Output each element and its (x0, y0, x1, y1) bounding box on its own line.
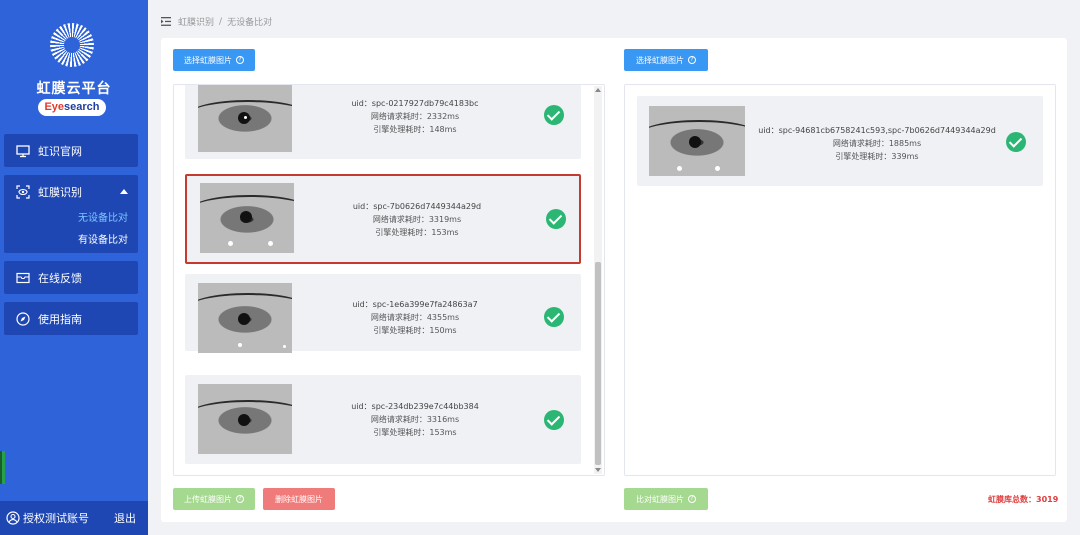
item-network-time: 网络请求耗时：3316ms (370, 415, 460, 424)
eye-scan-icon (16, 184, 30, 199)
iris-image-thumbnail (198, 384, 292, 454)
account-button[interactable]: 授权测试账号 (6, 510, 89, 526)
breadcrumb-separator: / (219, 16, 223, 27)
library-count: 虹膜库总数：3019 (988, 495, 1059, 504)
question-circle-icon: ? (236, 495, 244, 503)
check-circle-icon (544, 307, 564, 327)
nav-feedback-label: 在线反馈 (38, 271, 82, 285)
nav-sub-no-device[interactable]: 无设备比对 (4, 208, 138, 230)
nav-iris-recognition-header[interactable]: 虹膜识别 (4, 175, 138, 208)
comparison-result-item[interactable]: uid：spc-94681cb6758241c593,spc-7b0626d74… (637, 96, 1043, 186)
compare-image-button[interactable]: 比对虹膜图片? (624, 488, 708, 510)
right-results-panel: uid：spc-94681cb6758241c593,spc-7b0626d74… (624, 84, 1056, 476)
platform-title: 虹膜云平台 (36, 81, 112, 97)
item-network-time: 网络请求耗时：2332ms (370, 112, 460, 121)
scroll-up-icon[interactable] (595, 88, 601, 92)
caret-up-icon (120, 189, 128, 194)
nav-official-site-label: 虹识官网 (38, 144, 82, 158)
scrollbar-thumb[interactable] (595, 262, 601, 465)
account-bar: 授权测试账号 退出 (0, 501, 148, 535)
nav-feedback[interactable]: 在线反馈 (4, 261, 138, 294)
sidebar-scroll-indicator (0, 451, 5, 484)
account-label: 授权测试账号 (23, 512, 89, 525)
brand-badge: Eyesearch (38, 99, 106, 116)
breadcrumb-current: 无设备比对 (227, 18, 273, 28)
brand-prefix: Eye (44, 101, 65, 113)
item-engine-time: 引擎处理耗时：150ms (373, 326, 457, 335)
compare-image-label: 比对虹膜图片 (636, 494, 684, 504)
nav-iris-recognition-label: 虹膜识别 (38, 185, 82, 199)
question-circle-icon: ? (236, 56, 244, 64)
iris-image-thumbnail (200, 183, 294, 253)
sidebar: 虹膜云平台 Eyesearch 虹识官网 虹膜识别 无设备比对 有设备比对 在线… (0, 0, 148, 535)
iris-image-thumbnail (649, 106, 745, 176)
item-engine-time: 引擎处理耗时：339ms (835, 152, 919, 161)
item-uid: uid：spc-1e6a399e7fa24863a7 (352, 300, 478, 309)
check-circle-icon (546, 209, 566, 229)
mail-icon (16, 272, 30, 283)
iris-image-thumbnail (198, 283, 292, 353)
left-select-image-button[interactable]: 选择虹膜图片? (173, 49, 255, 71)
item-engine-time: 引擎处理耗时：153ms (373, 428, 457, 437)
item-network-time: 网络请求耗时：3319ms (372, 215, 462, 224)
main-card: 选择虹膜图片? 选择虹膜图片? uid：spc-0217927db79c4183… (161, 38, 1067, 522)
check-circle-icon (544, 410, 564, 430)
question-circle-icon: ? (688, 495, 696, 503)
check-circle-icon (1006, 132, 1026, 152)
result-item[interactable]: uid：spc-0217927db79c4183bc 网络请求耗时：2332ms… (185, 85, 581, 159)
brand-suffix: search (64, 101, 100, 113)
delete-image-button[interactable]: 删除虹膜图片 (263, 488, 335, 510)
user-circle-icon (6, 511, 20, 525)
nav-guide-label: 使用指南 (38, 312, 82, 326)
result-item[interactable]: uid：spc-234db239e7c44bb384 网络请求耗时：3316ms… (185, 375, 581, 464)
iris-logo-icon (50, 23, 94, 67)
compass-icon (16, 311, 30, 326)
delete-image-label: 删除虹膜图片 (275, 494, 323, 504)
item-network-time: 网络请求耗时：1885ms (832, 139, 922, 148)
right-select-image-button[interactable]: 选择虹膜图片? (624, 49, 708, 71)
item-engine-time: 引擎处理耗时：148ms (373, 125, 457, 134)
breadcrumb: 虹膜识别 / 无设备比对 (161, 15, 272, 28)
left-select-image-label: 选择虹膜图片 (184, 55, 232, 65)
question-circle-icon: ? (688, 56, 696, 64)
upload-image-label: 上传虹膜图片 (184, 494, 232, 504)
right-select-image-label: 选择虹膜图片 (636, 55, 684, 65)
iris-image-thumbnail (198, 85, 292, 152)
nav-iris-recognition: 虹膜识别 无设备比对 有设备比对 (4, 175, 138, 253)
item-network-time: 网络请求耗时：4355ms (370, 313, 460, 322)
item-uid: uid：spc-94681cb6758241c593,spc-7b0626d74… (758, 126, 996, 135)
nav-official-site[interactable]: 虹识官网 (4, 134, 138, 167)
left-panel-scrollbar[interactable] (594, 86, 602, 474)
item-engine-time: 引擎处理耗时：153ms (375, 228, 459, 237)
item-uid: uid：spc-7b0626d7449344a29d (352, 202, 482, 211)
nav-guide[interactable]: 使用指南 (4, 302, 138, 335)
item-uid: uid：spc-0217927db79c4183bc (351, 99, 479, 108)
left-results-panel: uid：spc-0217927db79c4183bc 网络请求耗时：2332ms… (173, 84, 605, 476)
menu-fold-icon[interactable] (161, 17, 171, 26)
logout-button[interactable]: 退出 (114, 510, 136, 526)
item-uid: uid：spc-234db239e7c44bb384 (351, 402, 479, 411)
check-circle-icon (544, 105, 564, 125)
nav-sub-with-device[interactable]: 有设备比对 (4, 230, 138, 252)
breadcrumb-parent[interactable]: 虹膜识别 (178, 15, 214, 28)
monitor-icon (16, 144, 30, 157)
scroll-down-icon[interactable] (595, 468, 601, 472)
result-item-selected[interactable]: uid：spc-7b0626d7449344a29d 网络请求耗时：3319ms… (185, 174, 581, 264)
upload-image-button[interactable]: 上传虹膜图片? (173, 488, 255, 510)
result-item[interactable]: uid：spc-1e6a399e7fa24863a7 网络请求耗时：4355ms… (185, 274, 581, 353)
